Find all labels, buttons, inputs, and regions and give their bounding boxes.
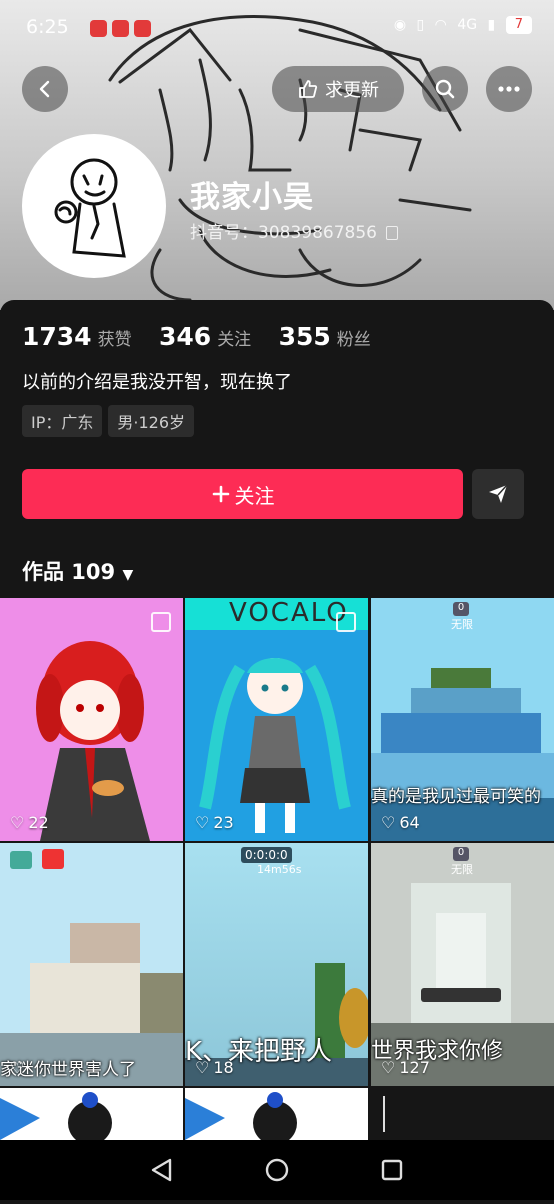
request-update-button[interactable]: 求更新 (272, 66, 404, 112)
video-thumbnail[interactable]: VOCALO ♡ 23 (185, 598, 368, 841)
video-likes: ♡ 22 (10, 813, 49, 832)
network-label: 4G (457, 17, 478, 33)
avatar[interactable] (22, 134, 166, 278)
profile-stats: 1734 获赞 346 关注 355 粉丝 (22, 322, 393, 351)
thumbnail-art (185, 1092, 297, 1140)
followers-count[interactable]: 355 (279, 322, 331, 351)
wifi-icon: ◠ (434, 17, 447, 33)
video-thumbnail[interactable]: 0 无限 真的是我见过最可笑的 ♡ 64 (371, 598, 554, 841)
thumbnail-art (0, 1092, 112, 1140)
heart-icon: ♡ (195, 813, 210, 832)
plus-icon (212, 485, 229, 503)
likes-label: 获赞 (97, 330, 132, 350)
thumbnail-art (199, 658, 351, 833)
profile-bio: 以前的介绍是我没开智，现在换了 (22, 372, 292, 393)
video-thumbnail[interactable]: 0:0:0:0 14m56s K、来把野人 ♡ 18 (185, 843, 368, 1086)
follow-button[interactable]: 关注 (22, 469, 463, 519)
followers-label[interactable]: 粉丝 (337, 330, 371, 350)
thumbs-up-icon (299, 80, 318, 98)
video-thumbnail[interactable] (0, 1088, 183, 1140)
multi-image-icon (151, 612, 171, 632)
share-button[interactable] (472, 469, 524, 519)
video-thumbnail[interactable] (185, 1088, 368, 1140)
request-update-label: 求更新 (325, 80, 379, 101)
signal-icon: ▮ (487, 17, 496, 33)
heart-icon: ♡ (195, 1058, 210, 1077)
notification-icon (90, 20, 107, 37)
game-counter: 0 (453, 847, 469, 861)
notification-icon (112, 20, 129, 37)
game-counter: 0 (453, 602, 469, 616)
ip-location-tag: IP：广东 (22, 405, 103, 437)
video-likes: ♡ 127 (381, 1058, 430, 1077)
status-time: 6:25 (26, 16, 69, 38)
more-icon (498, 86, 520, 92)
works-tab[interactable]: 作品 109 ▼ (22, 556, 133, 586)
video-thumbnail[interactable]: 家迷你世界害人了 ♡ (0, 843, 183, 1086)
following-count[interactable]: 346 (159, 322, 211, 351)
video-likes: ♡ 18 (195, 1058, 234, 1077)
heart-icon: ♡ (381, 1058, 396, 1077)
profile-tags: IP：广东 男·126岁 (22, 405, 200, 437)
thumbnail-art (0, 849, 183, 1086)
thumbnail-art (36, 641, 150, 841)
video-likes: ♡ (10, 1058, 28, 1077)
game-mode-label: 无限 (451, 863, 473, 876)
game-mode-label: 无限 (451, 618, 473, 631)
douyin-id: 抖音号：30839867856 (190, 218, 399, 243)
likes-count: 1734 (22, 322, 92, 351)
search-icon (435, 79, 455, 99)
send-icon (489, 484, 508, 503)
avatar-drawing (54, 158, 126, 258)
video-likes: ♡ 64 (381, 813, 420, 832)
following-label[interactable]: 关注 (217, 330, 251, 350)
eye-icon: ◉ (393, 17, 407, 33)
follow-button-label: 关注 (234, 483, 275, 508)
video-thumbnail[interactable] (371, 1088, 554, 1140)
username: 我家小吴 (190, 180, 314, 215)
video-thumbnail[interactable]: 0 无限 世界我求你修 ♡ 127 (371, 843, 554, 1086)
caret-down-icon: ▼ (122, 567, 134, 583)
status-app-icons (90, 18, 156, 37)
gender-age-tag: 男·126岁 (108, 405, 195, 437)
system-nav-bar (0, 1140, 554, 1200)
battery-indicator: 7 (505, 16, 532, 34)
more-button[interactable] (486, 66, 532, 112)
video-likes: ♡ 23 (195, 813, 234, 832)
status-bar: 6:25 ◉ ▯ ◠ 4G ▮ 7 (0, 0, 554, 56)
copy-icon[interactable] (386, 226, 399, 240)
video-thumbnail[interactable]: ♡ 22 (0, 598, 183, 841)
game-timer-sub: 14m56s (257, 863, 302, 876)
works-tab-label: 作品 109 (22, 560, 116, 584)
search-button[interactable] (422, 66, 468, 112)
heart-icon: ♡ (10, 813, 25, 832)
status-indicators: ◉ ▯ ◠ 4G ▮ 7 (388, 16, 532, 34)
notification-icon (134, 20, 151, 37)
nav-home-button[interactable] (257, 1150, 297, 1190)
multi-image-icon (336, 612, 356, 632)
back-button[interactable] (22, 66, 68, 112)
heart-icon: ♡ (381, 813, 396, 832)
heart-icon: ♡ (10, 1058, 25, 1077)
vibrate-icon: ▯ (416, 17, 425, 33)
nav-recents-button[interactable] (372, 1150, 412, 1190)
thumbnail-caption: 真的是我见过最可笑的 (371, 787, 541, 807)
nav-back-button[interactable] (145, 1150, 185, 1190)
douyin-id-text: 抖音号：30839867856 (190, 223, 377, 243)
chevron-left-icon (39, 80, 50, 98)
game-timer: 0:0:0:0 (241, 847, 292, 863)
